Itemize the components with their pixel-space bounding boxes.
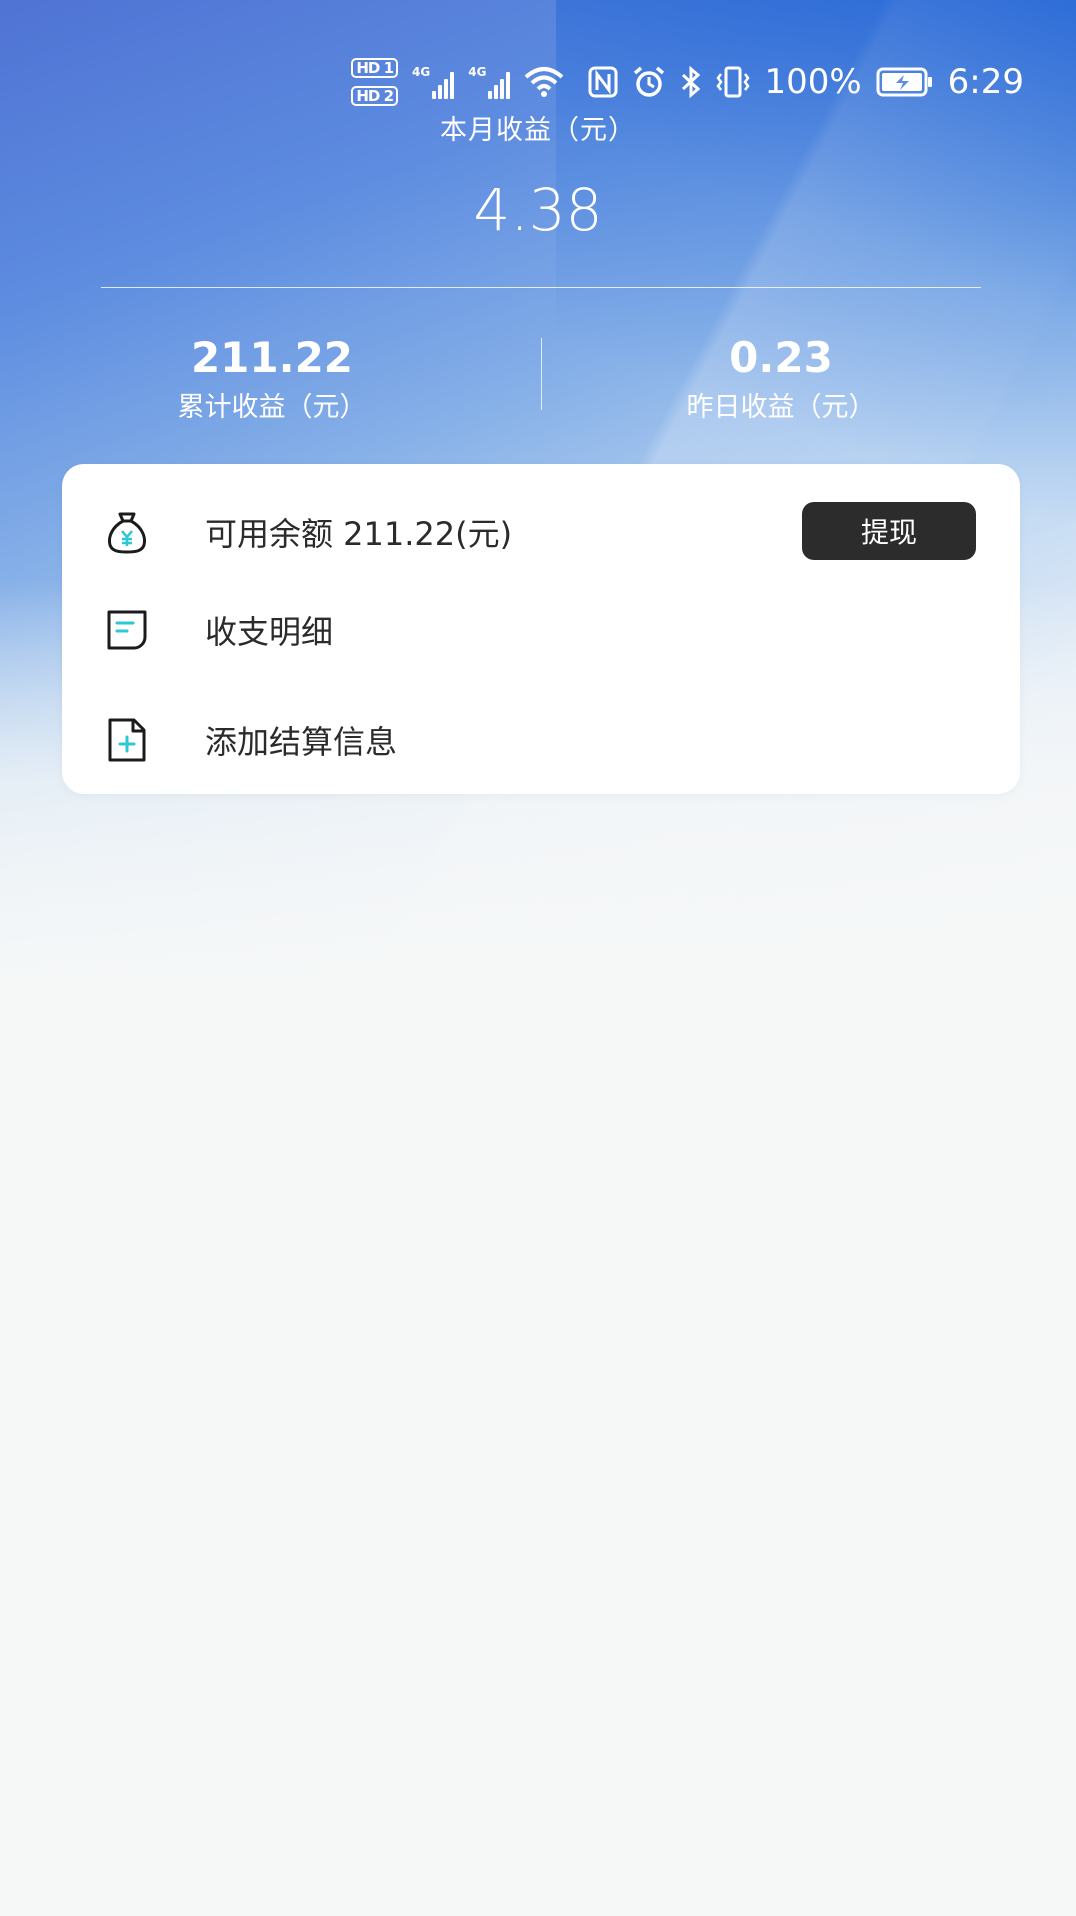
monthly-earnings-value: 4.38 <box>473 176 603 244</box>
yesterday-earnings-stat: 0.23 昨日收益（元） <box>581 332 981 428</box>
available-balance-text: 可用余额 211.22(元) <box>205 515 513 553</box>
stats-divider <box>541 338 542 410</box>
yesterday-earnings-label: 昨日收益（元） <box>686 392 876 423</box>
sim1-hd-badge: HD 1 <box>351 58 399 78</box>
nfc-icon <box>588 66 618 98</box>
document-list-icon <box>104 607 150 653</box>
total-earnings-label: 累计收益（元） <box>177 392 367 423</box>
add-document-icon <box>104 717 150 763</box>
vibrate-icon <box>716 65 750 99</box>
status-bar: HD 1 HD 2 4G 4G 100% 6:29 <box>351 52 1024 112</box>
header-divider <box>101 287 981 288</box>
transaction-details-label: 收支明细 <box>205 613 334 651</box>
sim2-hd-badge: HD 2 <box>351 86 399 106</box>
signal-icon: 4G <box>412 65 455 99</box>
transaction-details-item[interactable]: 收支明细 <box>0 598 958 662</box>
money-bag-icon <box>104 509 150 555</box>
network-type-1: 4G <box>412 65 431 79</box>
battery-percent: 100% <box>764 62 862 102</box>
monthly-earnings-title: 本月收益（元） <box>440 115 636 146</box>
yesterday-earnings-value: 0.23 <box>729 333 833 382</box>
bluetooth-icon <box>680 65 702 99</box>
sim-indicators: HD 1 HD 2 <box>351 58 399 106</box>
clock-time: 6:29 <box>947 62 1024 102</box>
add-settlement-info-label: 添加结算信息 <box>205 723 398 761</box>
network-type-2: 4G <box>468 65 487 79</box>
battery-charging-icon <box>876 66 934 98</box>
alarm-icon <box>632 65 666 99</box>
total-earnings-stat: 211.22 累计收益（元） <box>72 332 472 428</box>
withdraw-button[interactable]: 提现 <box>802 502 976 560</box>
total-earnings-value: 211.22 <box>190 333 354 382</box>
add-settlement-info-item[interactable]: 添加结算信息 <box>0 708 958 772</box>
wifi-icon <box>524 65 564 99</box>
signal-icon-2: 4G <box>468 65 511 99</box>
